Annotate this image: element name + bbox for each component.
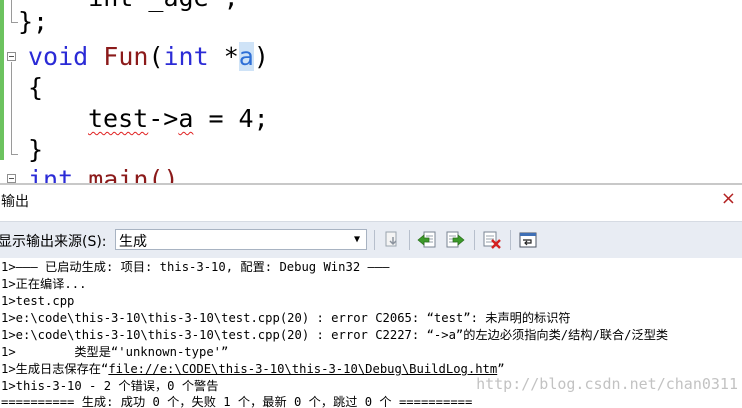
log-line: 1> 类型是“'unknown-type'” — [1, 345, 229, 359]
code-line-1: int _age ; — [28, 0, 239, 13]
function-name: Fun — [103, 42, 149, 71]
collapse-main-icon[interactable] — [7, 174, 16, 183]
output-panel: 输出 × 显示输出来源(S): 生成 ▼ 1>——— 已启动生成: 项目: th… — [0, 183, 742, 408]
member-a: a — [178, 104, 194, 133]
assignment: = 4; — [193, 104, 269, 133]
go-next-icon — [446, 231, 465, 248]
output-title-bar[interactable]: 输出 × — [0, 185, 742, 217]
arrow-operator: -> — [148, 104, 179, 133]
buildlog-suffix: ” — [497, 362, 505, 376]
identifier-test: test — [88, 104, 149, 133]
next-message-button[interactable] — [444, 229, 466, 251]
toolbar-separator — [474, 230, 475, 250]
watermark: http://blog.csdn.net/chan0311 — [476, 375, 738, 393]
keyword-int: int — [28, 165, 74, 183]
panel-title: 输出 — [1, 194, 29, 210]
pointer-star: * — [208, 42, 239, 71]
log-line-buildlog: 1>生成日志保存在“file://e:\CODE\this-3-10\this-… — [1, 361, 505, 377]
log-line-summary: 1>this-3-10 - 2 个错误，0 个警告 — [1, 379, 219, 393]
log-line: 1>test.cpp — [1, 294, 75, 308]
code-editor[interactable]: int _age ; }; void Fun(int *a) { test->a… — [0, 0, 742, 183]
code-line-2: }; — [18, 7, 49, 36]
log-line: 1>——— 已启动生成: 项目: this-3-10, 配置: Debug Wi… — [1, 260, 390, 274]
close-icon[interactable]: × — [721, 189, 736, 209]
clear-all-button[interactable] — [481, 229, 503, 251]
output-toolbar: 显示输出来源(S): 生成 ▼ — [0, 221, 742, 258]
code-line-6: } — [28, 135, 44, 164]
changed-lines-bar — [0, 0, 4, 160]
fold-guide — [11, 0, 12, 22]
clear-all-icon — [483, 231, 501, 249]
collapse-fun-icon[interactable] — [7, 52, 16, 61]
paren-open: ( — [148, 42, 164, 71]
fold-guide — [11, 62, 12, 154]
word-wrap-icon — [519, 232, 537, 248]
log-line-error[interactable]: 1>e:\code\this-3-10\this-3-10\test.cpp(2… — [1, 327, 668, 343]
keyword-void: void — [28, 42, 89, 71]
document-arrow-icon — [385, 231, 397, 247]
toolbar-separator — [510, 230, 511, 250]
fold-guide-end — [11, 22, 18, 23]
buildlog-prefix: 1>生成日志保存在“ — [1, 362, 109, 376]
log-line: 1>正在编译... — [1, 277, 87, 291]
output-source-select[interactable]: 生成 ▼ — [115, 229, 367, 250]
toolbar-separator — [409, 230, 410, 250]
chevron-down-icon[interactable]: ▼ — [350, 232, 364, 247]
fold-guide-end — [11, 154, 18, 155]
log-line-error[interactable]: 1>e:\code\this-3-10\this-3-10\test.cpp(2… — [1, 310, 571, 326]
toggle-word-wrap-button[interactable] — [517, 229, 539, 251]
function-main: main() — [73, 165, 179, 183]
code-line-3: void Fun(int *a) — [28, 41, 269, 72]
buildlog-link[interactable]: file://e:\CODE\this-3-10\this-3-10\Debug… — [108, 362, 497, 376]
output-log[interactable]: 1>——— 已启动生成: 项目: this-3-10, 配置: Debug Wi… — [0, 258, 742, 408]
code-line-5: test->a = 4; — [88, 103, 269, 134]
source-value: 生成 — [119, 234, 147, 250]
param-a: a — [238, 42, 254, 71]
find-message-button[interactable] — [381, 229, 403, 251]
keyword-int: int — [163, 42, 209, 71]
code-line-4: { — [28, 73, 44, 102]
toolbar-separator — [374, 230, 375, 250]
previous-message-button[interactable] — [416, 229, 438, 251]
source-label: 显示输出来源(S): — [0, 234, 107, 250]
paren-close: ) — [253, 42, 269, 71]
code-line-7: int main() — [28, 164, 179, 183]
go-previous-icon — [417, 231, 436, 248]
